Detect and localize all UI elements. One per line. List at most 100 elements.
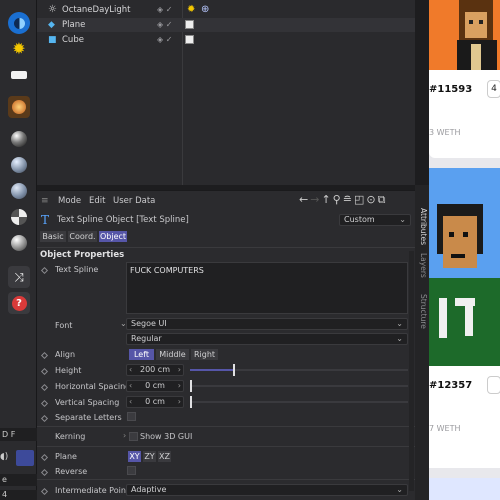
search-icon[interactable]: ⚲: [333, 193, 343, 206]
tab-layers[interactable]: Layers: [416, 251, 428, 279]
text-value: FUCK COMPUTERS: [130, 266, 204, 275]
chevron-left-icon[interactable]: ‹: [129, 365, 132, 375]
target-tag-icon[interactable]: ⊕: [201, 4, 209, 15]
chip[interactable]: 4: [487, 80, 500, 98]
daylight-tag-icon[interactable]: ✹: [187, 4, 195, 15]
vspacing-field[interactable]: ‹ 0 cm ›: [126, 396, 184, 408]
text-input[interactable]: FUCK COMPUTERS: [126, 262, 408, 314]
chevron-right-icon[interactable]: ›: [178, 365, 181, 375]
nft-card[interactable]: #12357 7 WETH: [429, 168, 500, 468]
chevron-right-icon[interactable]: ›: [123, 431, 126, 440]
divider: [37, 479, 415, 480]
settings-icon[interactable]: ⊙: [366, 193, 377, 206]
object-flags[interactable]: ◈ ✓: [157, 5, 172, 14]
chevron-left-icon[interactable]: ‹: [129, 381, 132, 391]
vspacing-slider[interactable]: [190, 396, 408, 408]
object-flags[interactable]: ◈ ✓: [157, 20, 172, 29]
speaker-icon[interactable]: ◖): [0, 452, 8, 462]
scrollbar[interactable]: [409, 251, 414, 491]
section-title: Object Properties: [40, 250, 125, 260]
nft-image[interactable]: [429, 168, 500, 366]
keyframe-icon[interactable]: [40, 487, 49, 496]
nav-icons[interactable]: ←→↑⚲≘◰⊙⧉: [299, 193, 387, 207]
chevron-right-icon[interactable]: ›: [178, 397, 181, 407]
explosion-icon[interactable]: [8, 96, 30, 118]
show3d-checkbox[interactable]: [129, 432, 138, 441]
help-icon[interactable]: ?: [8, 292, 30, 314]
hspacing-slider[interactable]: [190, 380, 408, 392]
shuffle-icon[interactable]: ⤨: [8, 266, 30, 288]
keyframe-icon[interactable]: [40, 383, 49, 392]
lock-icon[interactable]: ◰: [354, 193, 366, 206]
chevron-left-icon[interactable]: ‹: [129, 397, 132, 407]
hspacing-field[interactable]: ‹ 0 cm ›: [126, 380, 184, 392]
tab-basic[interactable]: Basic: [40, 231, 66, 242]
tab-structure[interactable]: Structure: [416, 291, 428, 331]
partial-dropdown[interactable]: e: [0, 474, 37, 486]
hspacing-slider-handle[interactable]: [190, 380, 192, 392]
plane-zy-button[interactable]: ZY: [143, 451, 156, 462]
sky-icon[interactable]: [8, 12, 30, 34]
keyframe-icon[interactable]: [40, 453, 49, 462]
render-icon[interactable]: [16, 450, 34, 466]
keyframe-icon[interactable]: [40, 468, 49, 477]
chevron-right-icon[interactable]: ›: [178, 381, 181, 391]
font-dropdown[interactable]: Segoe UI ⌄: [126, 318, 408, 330]
chip[interactable]: [487, 376, 500, 394]
material-tag-icon[interactable]: [185, 35, 194, 44]
menu-user-data[interactable]: User Data: [113, 196, 155, 206]
menu-mode[interactable]: Mode: [58, 196, 81, 206]
menu-edit[interactable]: Edit: [89, 196, 105, 206]
material-icon[interactable]: [8, 154, 30, 176]
forward-arrow-icon[interactable]: →: [310, 193, 321, 206]
daylight-icon[interactable]: ✹: [8, 38, 30, 60]
object-row[interactable]: ■ Cube ◈ ✓: [37, 33, 415, 47]
keyframe-icon[interactable]: [40, 266, 49, 275]
height-slider-handle[interactable]: [232, 364, 235, 376]
align-left-button[interactable]: Left: [129, 349, 154, 360]
material-icon[interactable]: [8, 232, 30, 254]
keyframe-icon[interactable]: [40, 399, 49, 408]
material-tag-icon[interactable]: [185, 20, 194, 29]
tab-attributes[interactable]: Attributes: [416, 199, 428, 255]
plane-xz-button[interactable]: XZ: [158, 451, 171, 462]
object-row[interactable]: ☼ OctaneDayLight ◈ ✓ ✹ ⊕: [37, 3, 415, 17]
divider: [37, 446, 415, 447]
keyframe-icon[interactable]: [40, 414, 49, 423]
nft-id[interactable]: #12357: [429, 380, 472, 391]
material-icon[interactable]: [8, 206, 30, 228]
vspacing-slider-handle[interactable]: [190, 396, 192, 408]
height-slider[interactable]: [190, 364, 408, 376]
tab-coord[interactable]: Coord.: [68, 231, 97, 242]
reverse-checkbox[interactable]: [127, 466, 136, 475]
nft-card[interactable]: #11593 4 3 WETH: [429, 0, 500, 158]
light-icon[interactable]: [8, 64, 30, 86]
keyframe-icon[interactable]: [40, 367, 49, 376]
back-arrow-icon[interactable]: ←: [299, 193, 310, 206]
object-name: OctaneDayLight: [62, 5, 131, 15]
align-right-button[interactable]: Right: [191, 349, 218, 360]
separate-letters-checkbox[interactable]: [127, 412, 136, 421]
partial-field[interactable]: D F: [0, 428, 37, 441]
filter-icon[interactable]: ≘: [343, 193, 354, 206]
plane-xy-button[interactable]: XY: [128, 451, 141, 462]
partial-field[interactable]: 4: [0, 490, 37, 500]
font-style-dropdown[interactable]: Regular ⌄: [126, 333, 408, 345]
interp-dropdown[interactable]: Adaptive ⌄: [126, 484, 408, 496]
nft-id[interactable]: #11593: [429, 84, 472, 95]
nft-card[interactable]: [429, 478, 500, 500]
up-arrow-icon[interactable]: ↑: [321, 193, 332, 206]
separate-letters-label: Separate Letters: [55, 413, 122, 422]
new-window-icon[interactable]: ⧉: [378, 193, 388, 206]
object-flags[interactable]: ◈ ✓: [157, 35, 172, 44]
font-value: Segoe UI: [131, 319, 167, 328]
material-icon[interactable]: [8, 128, 30, 150]
height-field[interactable]: ‹ 200 cm ›: [126, 364, 184, 376]
material-icon[interactable]: [8, 180, 30, 202]
nft-image[interactable]: [429, 0, 500, 70]
tab-object[interactable]: Object: [99, 231, 127, 242]
keyframe-icon[interactable]: [40, 351, 49, 360]
align-middle-button[interactable]: Middle: [156, 349, 189, 360]
preset-dropdown[interactable]: Custom ⌄: [339, 214, 411, 226]
object-row[interactable]: ◆ Plane ◈ ✓: [37, 18, 415, 32]
